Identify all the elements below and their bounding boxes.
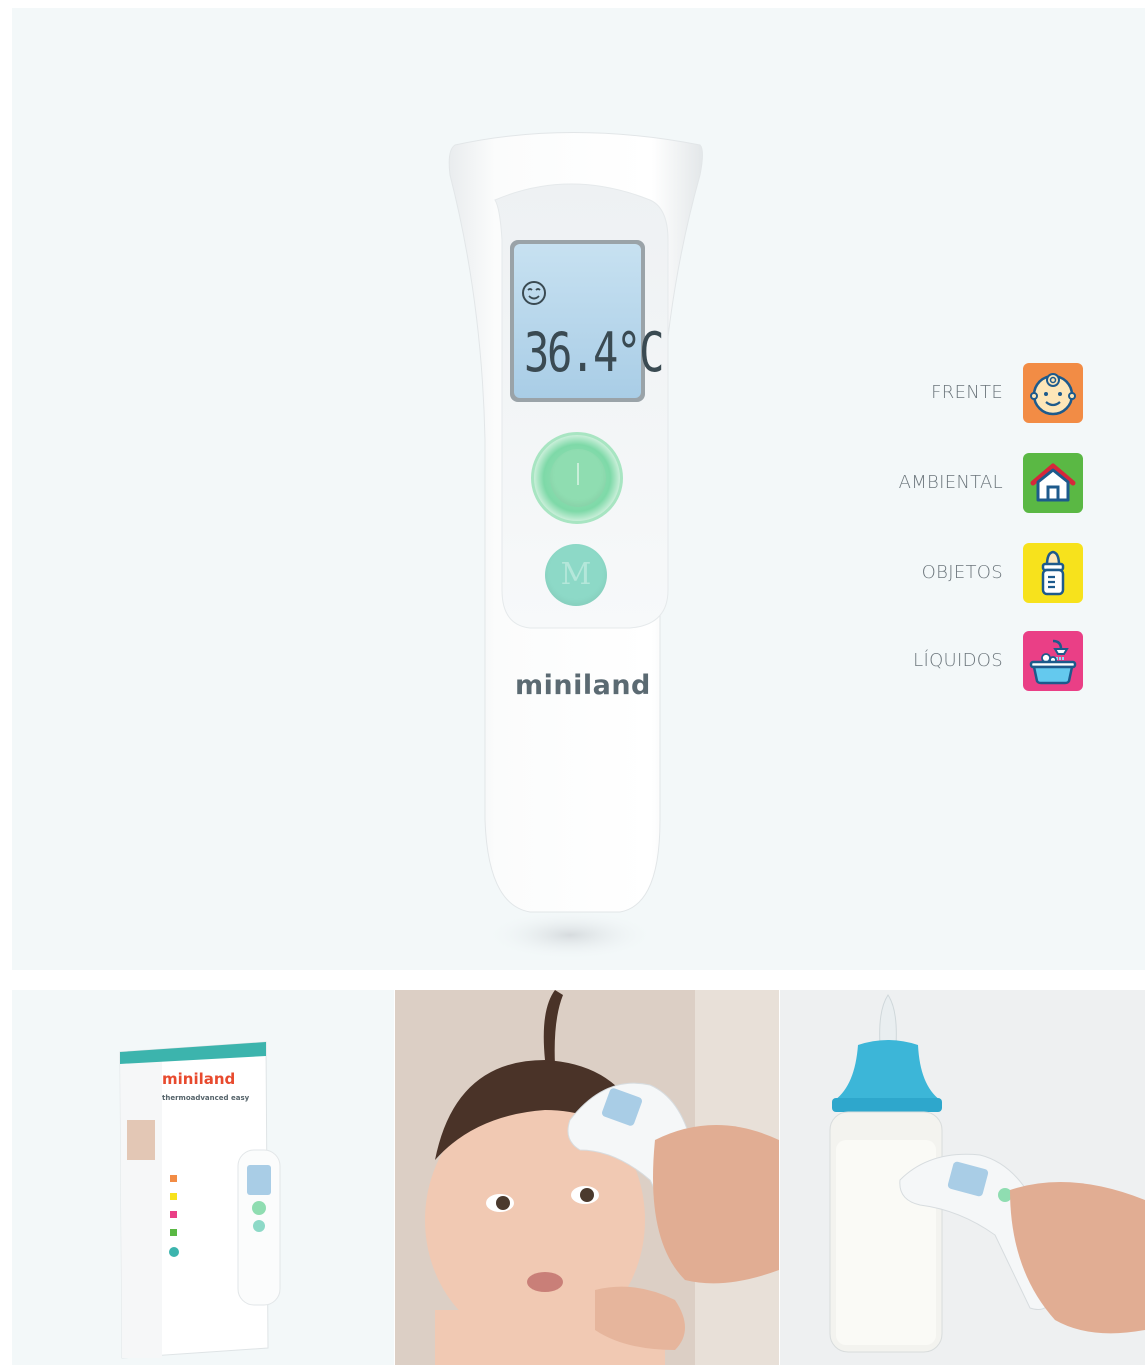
smiley-face-icon	[522, 281, 546, 305]
box-product: thermoadvanced easy	[162, 1094, 250, 1102]
mode-item-objetos: OBJETOS	[783, 542, 1083, 604]
brand-logo: miniland	[515, 670, 651, 701]
bottle-measurement-photo	[780, 990, 1145, 1365]
mode-button[interactable]: M	[545, 544, 607, 606]
child-forehead-photo	[395, 990, 779, 1365]
mode-label: AMBIENTAL	[898, 472, 1003, 493]
mode-item-ambiental: AMBIENTAL	[783, 452, 1083, 514]
bathtub-icon	[1023, 631, 1083, 691]
mode-button-label: M	[560, 557, 592, 592]
mode-label: FRENTE	[931, 382, 1003, 403]
power-icon	[550, 449, 606, 507]
house-icon	[1023, 453, 1083, 513]
mode-item-frente: FRENTE	[783, 362, 1083, 424]
product-box-image: miniland thermoadvanced easy	[12, 990, 394, 1365]
power-button[interactable]	[531, 432, 623, 524]
baby-face-icon	[1023, 363, 1083, 423]
baby-bottle-icon	[1023, 543, 1083, 603]
mode-item-liquidos: LÍQUIDOS	[783, 630, 1083, 692]
temperature-reading: 36.4°C	[524, 321, 664, 384]
mode-label: LÍQUIDOS	[913, 650, 1003, 671]
mode-label: OBJETOS	[921, 562, 1003, 583]
box-brand: miniland	[162, 1070, 235, 1088]
